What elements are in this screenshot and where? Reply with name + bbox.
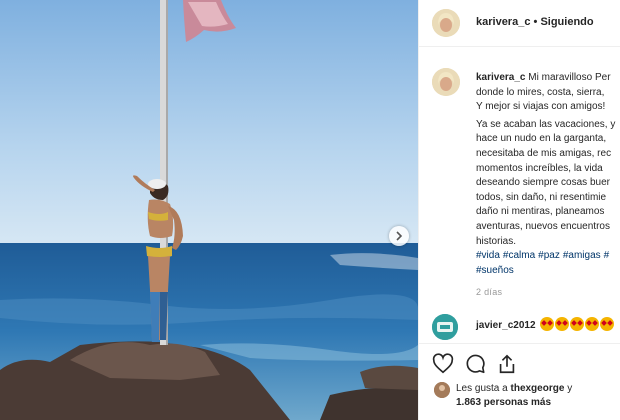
likes-summary: Les gusta a thexgeorge y 1.863 personas … bbox=[419, 380, 620, 420]
likes-count[interactable]: 1.863 personas más bbox=[456, 397, 551, 408]
likes-prefix: Les gusta a bbox=[456, 383, 508, 394]
hashtag-row: #vida #calma #paz #amigas # bbox=[476, 249, 620, 264]
avatar-image bbox=[432, 314, 458, 340]
star-struck-emoji-icon bbox=[600, 317, 614, 331]
hashtag-link[interactable]: #sueños bbox=[476, 265, 514, 276]
next-photo-button[interactable] bbox=[389, 226, 409, 246]
separator-dot: • bbox=[533, 16, 538, 28]
action-bar bbox=[419, 343, 620, 384]
like-button[interactable] bbox=[432, 353, 454, 375]
caption-line: todos, sin daño, ni resentimie bbox=[476, 191, 607, 203]
hashtag-link[interactable]: #paz bbox=[538, 250, 560, 261]
post-timestamp: 2 días bbox=[476, 287, 503, 297]
caption-line: Y mejor si viajas con amigos! bbox=[476, 101, 606, 113]
hashtag-link[interactable]: #amigas bbox=[563, 250, 601, 261]
likes-text: Les gusta a thexgeorge y 1.863 personas … bbox=[456, 382, 572, 410]
caption-username[interactable]: karivera_c bbox=[476, 72, 526, 83]
post-photo bbox=[0, 0, 418, 420]
caption-text: karivera_c Mi maravilloso Per donde lo m… bbox=[476, 71, 620, 278]
likes-conjunction: y bbox=[567, 383, 573, 394]
hashtag-link[interactable]: #vida bbox=[476, 250, 500, 261]
comment-emojis bbox=[540, 317, 614, 331]
comment-icon bbox=[466, 354, 485, 374]
follow-status-button[interactable]: Siguiendo bbox=[540, 16, 593, 28]
avatar-image bbox=[432, 68, 460, 96]
caption-line: momentos increíbles, la vida bbox=[476, 162, 603, 174]
caption-line: hace un nudo en la garganta, bbox=[476, 133, 607, 145]
star-struck-emoji-icon bbox=[555, 317, 569, 331]
commenter-username[interactable]: javier_c2012 bbox=[476, 320, 536, 331]
caption-line: daño ni mentiras, planeamos bbox=[476, 206, 605, 218]
caption-line: necesitaba de mis amigas, rec bbox=[476, 147, 612, 159]
avatar-image bbox=[434, 382, 450, 398]
caption-line: donde lo mires, costa, sierra, bbox=[476, 86, 605, 98]
caption-author-avatar[interactable] bbox=[432, 68, 460, 96]
star-struck-emoji-icon bbox=[585, 317, 599, 331]
post-sidebar: karivera_c • Siguiendo karivera_c Mi mar… bbox=[418, 0, 620, 420]
caption-line: deseando siempre cosas buer bbox=[476, 177, 610, 189]
post-header: karivera_c • Siguiendo bbox=[419, 0, 620, 47]
author-avatar[interactable] bbox=[432, 9, 460, 37]
avatar-image bbox=[432, 9, 460, 37]
comment-button[interactable] bbox=[464, 353, 486, 375]
hashtag-link[interactable]: # bbox=[604, 250, 610, 261]
hashtag-link[interactable]: #calma bbox=[503, 250, 535, 261]
chevron-right-icon bbox=[396, 231, 403, 241]
share-button[interactable] bbox=[496, 353, 518, 375]
caption-line: historias. bbox=[476, 235, 517, 247]
star-struck-emoji-icon bbox=[570, 317, 584, 331]
caption-line: Ya se acaban las vacaciones, y bbox=[476, 118, 616, 130]
caption-line: Mi maravilloso Per bbox=[528, 72, 611, 83]
author-username[interactable]: karivera_c bbox=[476, 16, 530, 28]
commenter-avatar[interactable] bbox=[432, 314, 458, 340]
hashtag-row: #sueños bbox=[476, 264, 620, 279]
caption-line: aventuras, nuevos encuentros bbox=[476, 220, 610, 232]
liker-avatar[interactable] bbox=[434, 382, 450, 398]
heart-icon bbox=[432, 353, 454, 374]
beach-photo-image bbox=[0, 0, 418, 420]
comment-row: javier_c2012 bbox=[419, 312, 620, 342]
share-icon bbox=[499, 354, 515, 374]
star-struck-emoji-icon bbox=[540, 317, 554, 331]
liker-username[interactable]: thexgeorge bbox=[511, 383, 565, 394]
